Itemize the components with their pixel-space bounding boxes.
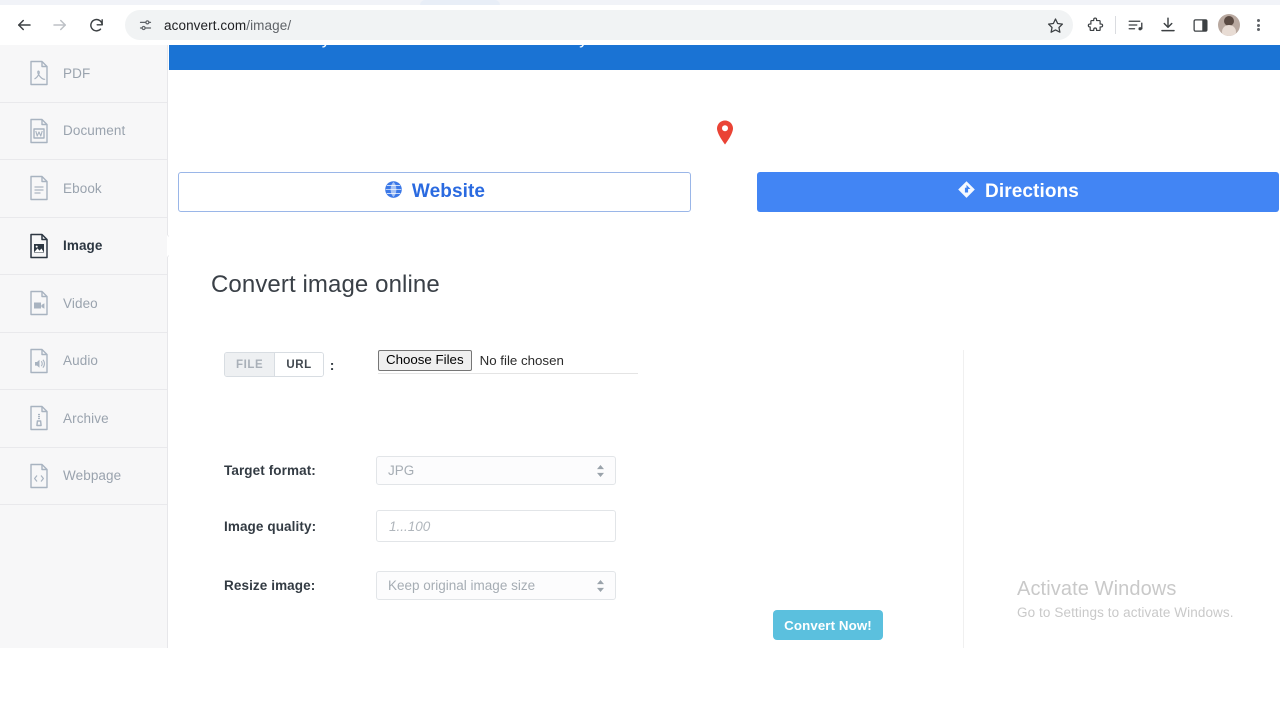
tune-sliders-icon[interactable] (135, 15, 155, 35)
resize-image-row: Resize image: Keep original image size (224, 571, 616, 600)
source-type-row: FILE URL : (224, 352, 334, 377)
tab-url[interactable]: URL (274, 353, 323, 376)
image-quality-row: Image quality: 1...100 (224, 510, 616, 542)
sidebar-item-video[interactable]: Video (0, 275, 167, 333)
tab-file[interactable]: FILE (225, 353, 275, 376)
target-format-select[interactable]: JPG (376, 456, 616, 485)
sidebar-item-label: PDF (63, 65, 91, 81)
file-status-text: No file chosen (479, 353, 564, 368)
target-format-row: Target format: JPG (224, 456, 616, 485)
sidebar-item-label: Document (63, 123, 126, 139)
browser-toolbar: aconvert.com/image/ (0, 5, 1280, 45)
archive-file-icon (28, 405, 50, 431)
side-panel-icon[interactable] (1186, 11, 1214, 39)
reload-icon[interactable] (81, 10, 111, 40)
profile-avatar[interactable] (1218, 14, 1240, 36)
main-content: Just call and book your car now with dri… (169, 45, 1280, 720)
three-dot-menu-icon[interactable] (1244, 11, 1272, 39)
sidebar-item-label: Video (63, 295, 98, 311)
sidebar-item-label: Image (63, 238, 103, 254)
forward-arrow-icon[interactable] (45, 10, 75, 40)
sidebar-item-image[interactable]: Image (0, 217, 178, 275)
resize-image-value: Keep original image size (388, 578, 536, 593)
sidebar-item-label: Ebook (63, 180, 102, 196)
media-playlist-icon[interactable] (1122, 11, 1150, 39)
sidebar-item-document[interactable]: Document (0, 103, 167, 160)
extensions-puzzle-icon[interactable] (1081, 11, 1109, 39)
content-divider (963, 350, 964, 648)
sidebar-item-audio[interactable]: Audio (0, 333, 167, 390)
page-viewport: PDF Document Ebook Image Video Audio Arc… (0, 45, 1280, 720)
sidebar-item-pdf[interactable]: PDF (0, 45, 167, 103)
browser-chrome: aconvert.com/image/ (0, 0, 1280, 45)
bookmark-star-icon[interactable] (1043, 13, 1067, 37)
resize-image-select[interactable]: Keep original image size (376, 571, 616, 600)
sidebar-item-ebook[interactable]: Ebook (0, 160, 167, 218)
watermark-subtitle: Go to Settings to activate Windows. (1017, 605, 1234, 620)
video-file-icon (28, 290, 50, 316)
chevron-updown-icon (596, 464, 605, 477)
chevron-updown-icon (596, 579, 605, 592)
downloads-icon[interactable] (1154, 11, 1182, 39)
choose-files-button[interactable]: Choose Files (378, 350, 472, 371)
image-quality-input[interactable]: 1...100 (376, 510, 616, 542)
ebook-file-icon (28, 175, 50, 201)
image-file-icon (28, 233, 50, 259)
convert-now-button[interactable]: Convert Now! (773, 610, 883, 640)
sidebar-item-webpage[interactable]: Webpage (0, 448, 167, 505)
source-type-toggle[interactable]: FILE URL (224, 352, 324, 377)
resize-image-label: Resize image: (224, 578, 316, 593)
image-quality-label: Image quality: (224, 518, 317, 534)
url-path: /image/ (246, 17, 292, 33)
word-document-icon (28, 118, 50, 144)
file-input[interactable]: Choose Files No file chosen (378, 348, 638, 374)
toolbar-divider (1115, 16, 1116, 34)
webpage-code-icon (28, 463, 50, 489)
sidebar-item-label: Archive (63, 410, 109, 426)
url-host: aconvert.com (164, 17, 247, 33)
url-text: aconvert.com/image/ (164, 18, 291, 33)
watermark-title: Activate Windows (1017, 578, 1177, 600)
pdf-file-icon (28, 60, 50, 86)
sidebar-item-label: Webpage (63, 468, 122, 484)
sidebar-item-archive[interactable]: Archive (0, 390, 167, 448)
sidebar-item-label: Audio (63, 353, 99, 369)
back-arrow-icon[interactable] (9, 10, 39, 40)
target-format-label: Target format: (224, 463, 316, 478)
windows-activation-watermark: Activate Windows Go to Settings to activ… (1017, 577, 1277, 620)
image-quality-placeholder: 1...100 (389, 518, 431, 534)
source-colon: : (329, 356, 335, 373)
format-category-sidebar: PDF Document Ebook Image Video Audio Arc… (0, 45, 178, 648)
audio-file-icon (28, 348, 50, 374)
target-format-value: JPG (388, 463, 415, 478)
address-bar[interactable]: aconvert.com/image/ (125, 10, 1073, 40)
